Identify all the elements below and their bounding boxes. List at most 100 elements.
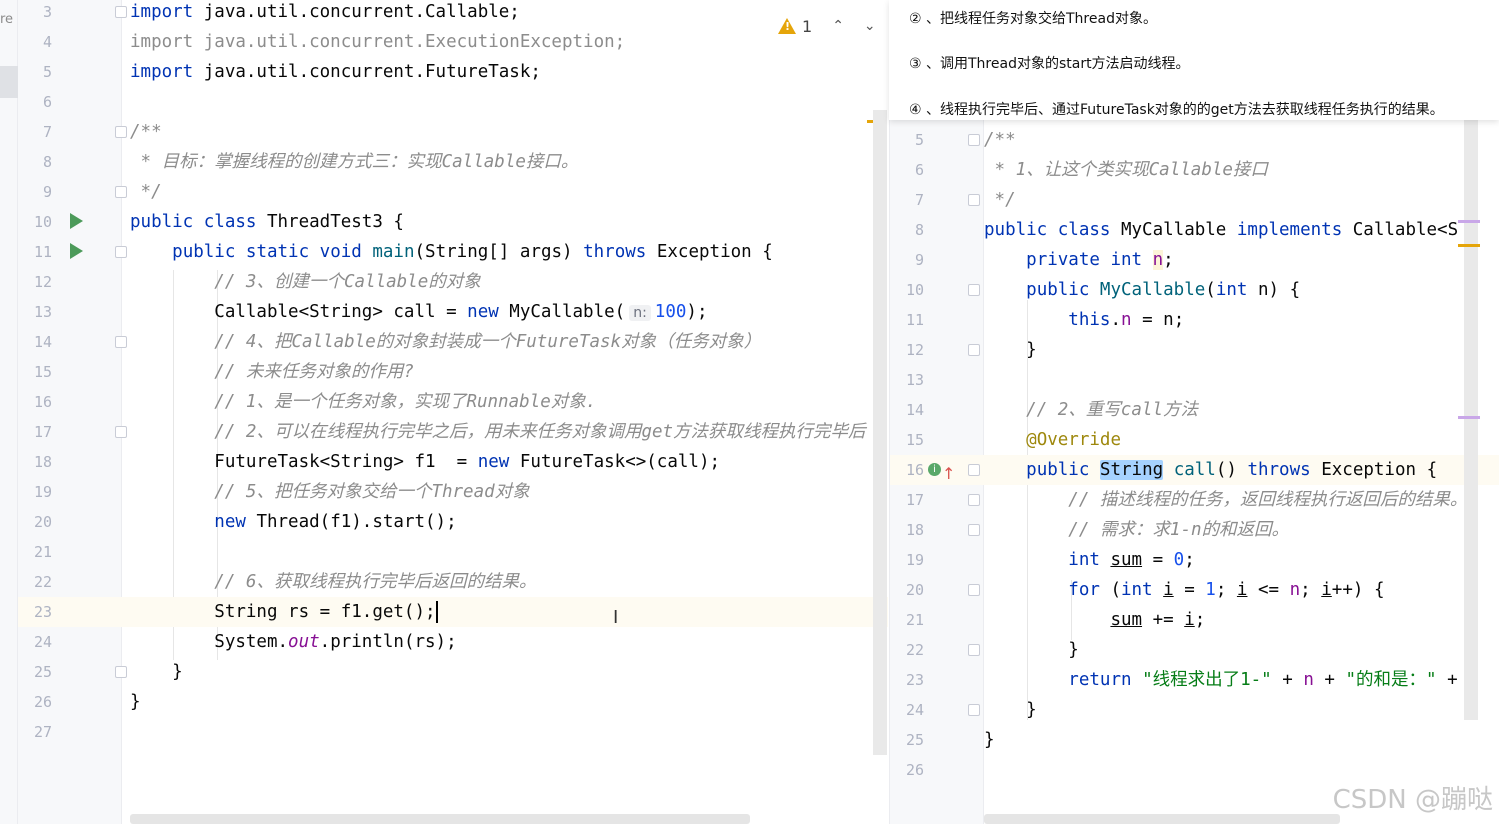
vertical-scrollbar[interactable] (1464, 110, 1478, 720)
code-line[interactable]: 20 for (int i = 1; i <= n; i++) { (890, 575, 1499, 605)
code-line[interactable]: 4 import java.util.concurrent.ExecutionEx… (18, 27, 888, 57)
code-line[interactable]: 22 } (890, 635, 1499, 665)
code-line[interactable]: 21 (18, 537, 888, 567)
code-line[interactable]: 5 import java.util.concurrent.FutureTask; (18, 57, 888, 87)
fold-icon[interactable] (968, 344, 980, 356)
code-text: // 3、创建一个Callable的对象 (214, 272, 481, 292)
code-line[interactable]: 6 * 1、让这个类实现Callable接口 (890, 155, 1499, 185)
usage-stripe[interactable] (1458, 220, 1480, 223)
code-line[interactable]: 3 import java.util.concurrent.Callable; (18, 0, 888, 27)
code-text: public String call() throws Exception { (1026, 460, 1438, 480)
code-line[interactable]: 14 // 2、重写call方法 (890, 395, 1499, 425)
fold-icon[interactable] (968, 464, 980, 476)
code-line[interactable]: 8 * 目标：掌握线程的创建方式三：实现Callable接口。 (18, 147, 888, 177)
code-text: // 5、把任务对象交给一个Thread对象 (214, 482, 530, 502)
code-line[interactable]: 22 // 6、获取线程执行完毕后返回的结果。 (18, 567, 888, 597)
code-line[interactable]: 25} (890, 725, 1499, 755)
usage-stripe[interactable] (1458, 416, 1480, 419)
code-line[interactable]: 25 } (18, 657, 888, 687)
code-line[interactable]: 11 this.n = n; (890, 305, 1499, 335)
vertical-scrollbar[interactable] (873, 110, 887, 755)
fold-icon[interactable] (115, 6, 127, 18)
fold-icon[interactable] (968, 284, 980, 296)
code-line[interactable]: 16 // 1、是一个任务对象，实现了Runnable对象. (18, 387, 888, 417)
code-line[interactable]: 23 String rs = f1.get(); (18, 597, 888, 627)
run-icon[interactable] (70, 243, 83, 259)
code-line[interactable]: 15 // 未来任务对象的作用? (18, 357, 888, 387)
horizontal-scrollbar[interactable] (130, 814, 750, 824)
code-line[interactable]: 17 // 2、可以在线程执行完毕之后，用未来任务对象调用get方法获取线程执行… (18, 417, 888, 447)
code-text: // 2、可以在线程执行完毕之后，用未来任务对象调用get方法获取线程执行完毕后 (214, 422, 866, 442)
editor-mycallable[interactable]: 5/** 6 * 1、让这个类实现Callable接口 7 */8 public cl… (889, 0, 1499, 824)
fold-icon[interactable] (968, 704, 980, 716)
warning-stripe[interactable] (1458, 244, 1480, 247)
code-text: for (int i = 1; i <= n; i++) { (1068, 580, 1385, 600)
code-line[interactable]: 16 i ↑ public String call() throws Excepti… (890, 455, 1499, 485)
line-number: 26 (905, 761, 924, 779)
code-line[interactable]: 19 // 5、把任务对象交给一个Thread对象 (18, 477, 888, 507)
code-line[interactable]: 7 */ (890, 185, 1499, 215)
code-line[interactable]: 26} (18, 687, 888, 717)
code-line[interactable]: 9 */ (18, 177, 888, 207)
code-line[interactable]: 6 (18, 87, 888, 117)
fold-icon[interactable] (968, 194, 980, 206)
code-line[interactable]: 10 public class ThreadTest3 { (18, 207, 888, 237)
fold-icon[interactable] (115, 336, 127, 348)
line-number: 7 (42, 123, 52, 141)
code-line[interactable]: 23 return "线程求出了1-" + n + "的和是：" + (890, 665, 1499, 695)
fold-icon[interactable] (115, 126, 127, 138)
line-number: 27 (33, 723, 52, 741)
code-line[interactable]: 18 FutureTask<String> f1 = new FutureTas… (18, 447, 888, 477)
fold-icon[interactable] (968, 584, 980, 596)
code-line[interactable]: 13 (890, 365, 1499, 395)
code-line[interactable]: 21 sum += i; (890, 605, 1499, 635)
code-line[interactable]: 8 public class MyCallable implements Call… (890, 215, 1499, 245)
fold-icon[interactable] (115, 426, 127, 438)
fold-icon[interactable] (968, 494, 980, 506)
run-icon[interactable] (70, 213, 83, 229)
fold-icon[interactable] (115, 666, 127, 678)
line-number: 21 (905, 611, 924, 629)
code-line[interactable]: 13 Callable<String> call = new MyCallabl… (18, 297, 888, 327)
code-line[interactable]: 27 (18, 717, 888, 747)
tool-window-strip: re (0, 0, 18, 824)
code-line[interactable]: 12 // 3、创建一个Callable的对象 (18, 267, 888, 297)
line-number: 19 (905, 551, 924, 569)
editor-threadtest3[interactable]: 3 import java.util.concurrent.Callable; 4 i… (18, 0, 888, 824)
line-number: 20 (33, 513, 52, 531)
code-line[interactable]: 18 // 需求：求1-n的和返回。 (890, 515, 1499, 545)
code-line[interactable]: 10 public MyCallable(int n) { (890, 275, 1499, 305)
code-text: // 未来任务对象的作用? (214, 362, 414, 382)
code-text: // 6、获取线程执行完毕后返回的结果。 (214, 572, 537, 592)
code-text: public class MyCallable implements Calla… (984, 220, 1459, 240)
code-text: public MyCallable(int n) { (1026, 280, 1301, 300)
warning-count: 1 (802, 16, 813, 36)
code-line[interactable]: 24 System.out.println(rs); (18, 627, 888, 657)
fold-icon[interactable] (968, 644, 980, 656)
implements-icon[interactable]: i (928, 463, 941, 476)
inspection-widget[interactable]: ! 1 ⌃ ⌄ (778, 14, 876, 38)
code-line[interactable]: 9 private int n; (890, 245, 1499, 275)
code-line[interactable]: 11 public static void main(String[] args… (18, 237, 888, 267)
fold-icon[interactable] (968, 524, 980, 536)
code-line[interactable]: 12 } (890, 335, 1499, 365)
code-line[interactable]: 20 new Thread(f1).start(); (18, 507, 888, 537)
fold-icon[interactable] (115, 186, 127, 198)
code-text: return "线程求出了1-" + n + "的和是：" + (1068, 670, 1458, 690)
code-text: System.out.println(rs); (130, 632, 457, 652)
fold-icon[interactable] (968, 134, 980, 146)
horizontal-scrollbar[interactable] (984, 814, 1340, 824)
code-line[interactable]: 17 // 描述线程的任务，返回线程执行返回后的结果。 (890, 485, 1499, 515)
code-line[interactable]: 19 int sum = 0; (890, 545, 1499, 575)
fold-icon[interactable] (115, 246, 127, 258)
line-number: 5 (42, 63, 52, 81)
code-line[interactable]: 7 /** (18, 117, 888, 147)
tool-window-selected-tab[interactable] (0, 66, 18, 98)
code-line[interactable]: 15 @Override (890, 425, 1499, 455)
code-line[interactable]: 5 /** (890, 125, 1499, 155)
code-line[interactable]: 14 // 4、把Callable的对象封装成一个FutureTask对象（任务… (18, 327, 888, 357)
code-line[interactable]: 24 } (890, 695, 1499, 725)
chevron-up-icon[interactable]: ⌃ (832, 18, 844, 34)
chevron-down-icon[interactable]: ⌄ (864, 18, 876, 34)
code-text: int sum = 0; (1068, 550, 1195, 570)
